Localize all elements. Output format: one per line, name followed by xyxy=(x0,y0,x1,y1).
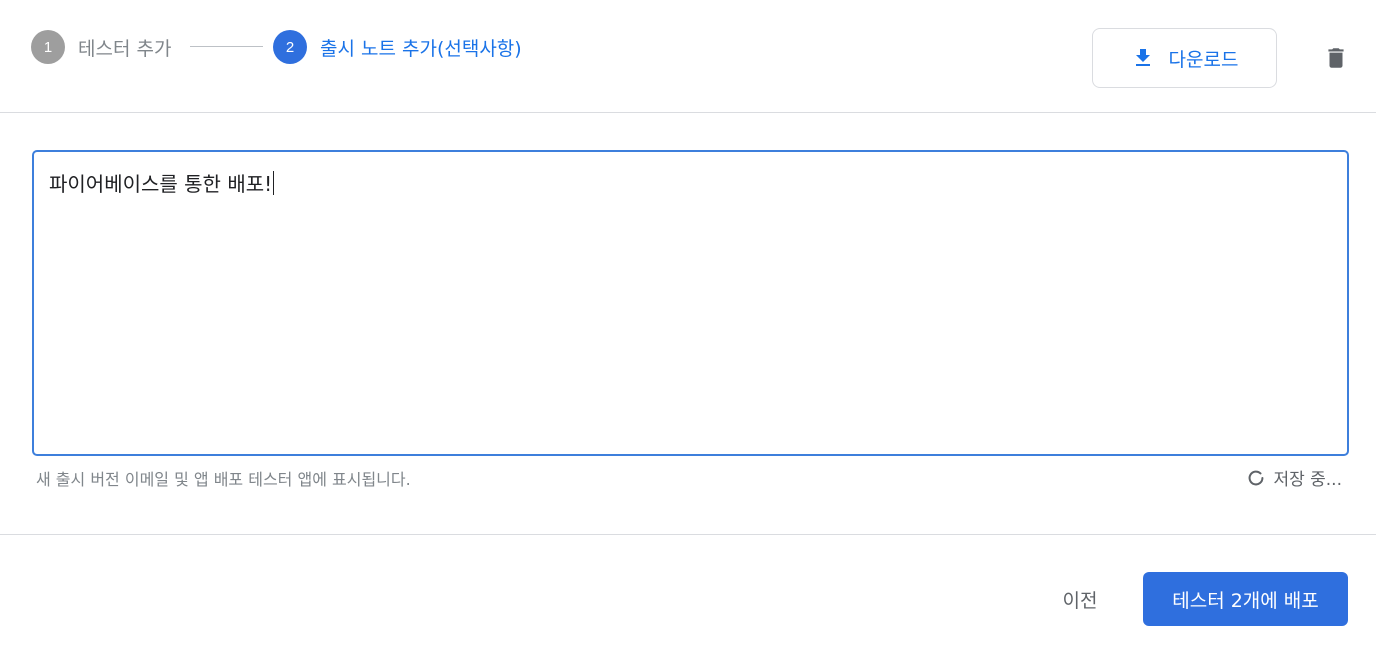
trash-icon xyxy=(1328,48,1344,68)
delete-button[interactable] xyxy=(1318,40,1354,76)
step-number: 1 xyxy=(31,30,65,64)
release-notes-textarea[interactable]: 파이어베이스를 통한 배포! xyxy=(32,150,1349,456)
step-label: 테스터 추가 xyxy=(78,37,172,60)
release-notes-value: 파이어베이스를 통한 배포! xyxy=(49,172,273,196)
deploy-to-testers-button[interactable]: 테스터 2개에 배포 xyxy=(1143,572,1348,626)
download-button[interactable]: 다운로드 xyxy=(1092,28,1277,88)
step-number: 2 xyxy=(273,30,307,64)
step-add-testers[interactable]: 1 테스터 추가 xyxy=(31,30,171,64)
step-add-release-notes[interactable]: 2 출시 노트 추가(선택사항) xyxy=(273,30,522,64)
dialog-header: 1 테스터 추가 2 출시 노트 추가(선택사항) 다운로드 xyxy=(0,0,1376,113)
text-caret xyxy=(273,171,275,195)
release-notes-dialog: 1 테스터 추가 2 출시 노트 추가(선택사항) 다운로드 파이어베이스를 통… xyxy=(0,0,1376,652)
download-label: 다운로드 xyxy=(1168,48,1239,71)
spinner-icon xyxy=(1249,470,1264,485)
saving-status: 저장 중... xyxy=(1245,465,1342,490)
step-connector xyxy=(190,46,263,47)
previous-button[interactable]: 이전 xyxy=(1040,572,1120,626)
step-label: 출시 노트 추가(선택사항) xyxy=(320,37,522,60)
helper-text: 새 출시 버전 이메일 및 앱 배포 테스터 앱에 표시됩니다. xyxy=(36,470,411,489)
saving-label: 저장 중... xyxy=(1273,470,1342,490)
download-icon xyxy=(1135,49,1150,66)
footer-divider xyxy=(0,534,1376,535)
